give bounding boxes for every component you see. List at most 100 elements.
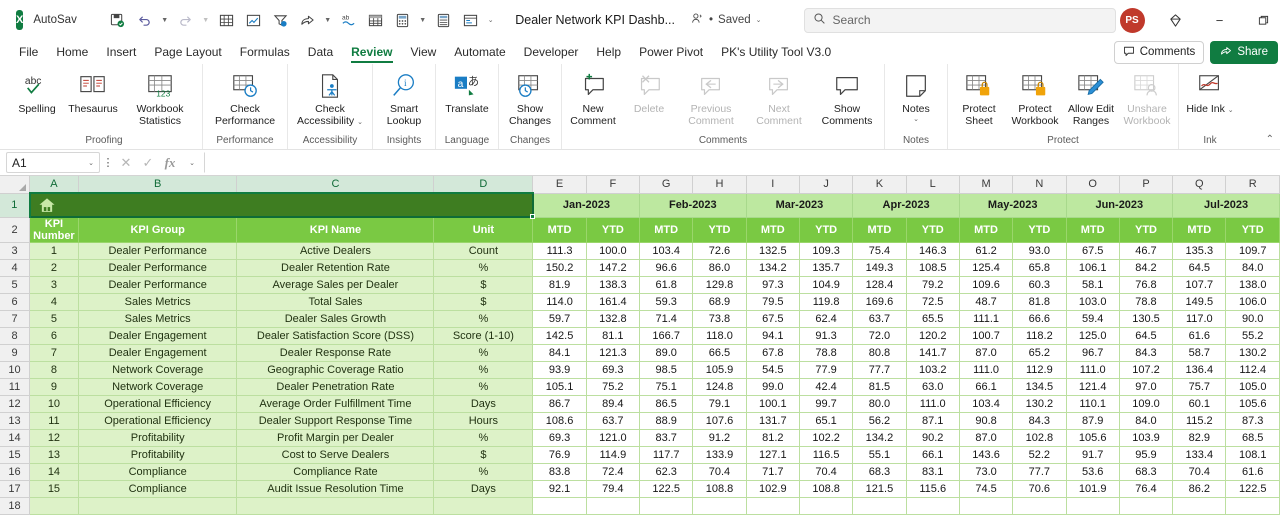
cell-empty[interactable] xyxy=(692,497,747,515)
header-kpi-number[interactable]: KPI Number xyxy=(29,217,79,243)
cell-jan-2023-ytd[interactable]: 72.4 xyxy=(586,463,641,481)
cell-jan-2023-mtd[interactable]: 142.5 xyxy=(532,327,587,345)
cell-apr-2023-mtd[interactable]: 56.2 xyxy=(852,412,907,430)
cell-kpi-group[interactable]: Operational Efficiency xyxy=(78,412,238,430)
cell-apr-2023-mtd[interactable]: 121.5 xyxy=(852,480,907,498)
cell-jan-2023-ytd[interactable]: 69.3 xyxy=(586,361,641,379)
column-header-D[interactable]: D xyxy=(433,176,534,194)
cell-mar-2023-mtd[interactable]: 79.5 xyxy=(746,293,800,311)
column-header-I[interactable]: I xyxy=(746,176,800,194)
cell-jul-2023-ytd[interactable]: 87.3 xyxy=(1225,412,1280,430)
cell-apr-2023-ytd[interactable]: 65.5 xyxy=(906,310,960,328)
month-header-may[interactable]: May-2023 xyxy=(959,193,1067,218)
cell-mar-2023-mtd[interactable]: 67.8 xyxy=(746,344,800,362)
cell-kpi-name[interactable]: Dealer Retention Rate xyxy=(236,259,435,277)
customize-qat-icon[interactable]: ⌄ xyxy=(484,7,497,33)
cell-mar-2023-mtd[interactable]: 67.5 xyxy=(746,310,800,328)
header-feb-ytd[interactable]: YTD xyxy=(692,217,747,243)
cell-jun-2023-ytd[interactable]: 84.2 xyxy=(1119,259,1174,277)
cell-empty[interactable] xyxy=(1119,497,1174,515)
cell-apr-2023-mtd[interactable]: 80.0 xyxy=(852,395,907,413)
share-dropdown-icon[interactable]: ▼ xyxy=(321,7,334,33)
tab-pk-utility-tool[interactable]: PK's Utility Tool V3.0 xyxy=(712,40,840,64)
cell-mar-2023-ytd[interactable]: 116.5 xyxy=(799,446,854,464)
tab-insert[interactable]: Insert xyxy=(97,40,145,64)
cell-feb-2023-ytd[interactable]: 68.9 xyxy=(692,293,747,311)
cell-may-2023-ytd[interactable]: 130.2 xyxy=(1012,395,1067,413)
header-may-mtd[interactable]: MTD xyxy=(959,217,1014,243)
header-jun-ytd[interactable]: YTD xyxy=(1119,217,1174,243)
header-apr-mtd[interactable]: MTD xyxy=(852,217,907,243)
cell-jan-2023-mtd[interactable]: 92.1 xyxy=(532,480,587,498)
cell-may-2023-mtd[interactable]: 90.8 xyxy=(959,412,1014,430)
cell-apr-2023-mtd[interactable]: 134.2 xyxy=(852,429,907,447)
cell-kpi-name[interactable]: Cost to Serve Dealers xyxy=(236,446,435,464)
cell-jun-2023-ytd[interactable]: 76.4 xyxy=(1119,480,1174,498)
cell-jun-2023-ytd[interactable]: 97.0 xyxy=(1119,378,1174,396)
cell-kpi-number[interactable]: 9 xyxy=(29,378,79,396)
cell-empty[interactable] xyxy=(1172,497,1227,515)
cell-apr-2023-ytd[interactable]: 90.2 xyxy=(906,429,960,447)
tab-formulas[interactable]: Formulas xyxy=(231,40,299,64)
redo-icon[interactable] xyxy=(172,7,198,33)
cell-may-2023-mtd[interactable]: 143.6 xyxy=(959,446,1014,464)
header-kpi-name[interactable]: KPI Name xyxy=(236,217,435,243)
column-header-L[interactable]: L xyxy=(906,176,960,194)
cell-feb-2023-mtd[interactable]: 122.5 xyxy=(639,480,694,498)
header-may-ytd[interactable]: YTD xyxy=(1012,217,1067,243)
cell-apr-2023-ytd[interactable]: 72.5 xyxy=(906,293,960,311)
cell-jun-2023-ytd[interactable]: 78.8 xyxy=(1119,293,1174,311)
cell-mar-2023-ytd[interactable]: 70.4 xyxy=(799,463,854,481)
cell-apr-2023-ytd[interactable]: 103.2 xyxy=(906,361,960,379)
cell-mar-2023-mtd[interactable]: 81.2 xyxy=(746,429,800,447)
cell-jan-2023-ytd[interactable]: 147.2 xyxy=(586,259,641,277)
cell-empty[interactable] xyxy=(236,497,435,515)
cell-jun-2023-ytd[interactable]: 95.9 xyxy=(1119,446,1174,464)
cell-empty[interactable] xyxy=(433,497,534,515)
cell-apr-2023-mtd[interactable]: 149.3 xyxy=(852,259,907,277)
select-all-corner[interactable] xyxy=(0,176,31,194)
cell-jan-2023-ytd[interactable]: 138.3 xyxy=(586,276,641,294)
tab-automate[interactable]: Automate xyxy=(445,40,514,64)
cell-kpi-number[interactable]: 13 xyxy=(29,446,79,464)
cell-jun-2023-ytd[interactable]: 84.0 xyxy=(1119,412,1174,430)
cell-jun-2023-mtd[interactable]: 125.0 xyxy=(1066,327,1120,345)
show-changes-button[interactable]: Show Changes xyxy=(502,68,558,127)
cell-jun-2023-mtd[interactable]: 87.9 xyxy=(1066,412,1120,430)
cell-apr-2023-ytd[interactable]: 120.2 xyxy=(906,327,960,345)
cell-jul-2023-ytd[interactable]: 55.2 xyxy=(1225,327,1280,345)
row-header-18[interactable]: 18 xyxy=(0,497,31,515)
cell-feb-2023-ytd[interactable]: 73.8 xyxy=(692,310,747,328)
cell-mar-2023-ytd[interactable]: 77.9 xyxy=(799,361,854,379)
cell-jul-2023-mtd[interactable]: 86.2 xyxy=(1172,480,1227,498)
cell-kpi-name[interactable]: Dealer Response Rate xyxy=(236,344,435,362)
cell-kpi-number[interactable]: 5 xyxy=(29,310,79,328)
column-header-N[interactable]: N xyxy=(1012,176,1067,194)
new-comment-button[interactable]: New Comment xyxy=(565,68,621,127)
saved-status[interactable]: • Saved ⌄ xyxy=(691,12,762,28)
cell-kpi-name[interactable]: Compliance Rate xyxy=(236,463,435,481)
cell-jul-2023-mtd[interactable]: 75.7 xyxy=(1172,378,1227,396)
cell-mar-2023-ytd[interactable]: 108.8 xyxy=(799,480,854,498)
cell-kpi-name[interactable]: Total Sales xyxy=(236,293,435,311)
cell-empty[interactable] xyxy=(1012,497,1067,515)
cell-apr-2023-ytd[interactable]: 111.0 xyxy=(906,395,960,413)
cell-jun-2023-mtd[interactable]: 101.9 xyxy=(1066,480,1120,498)
notes-button[interactable]: Notes ⌄ xyxy=(888,68,944,123)
header-jan-mtd[interactable]: MTD xyxy=(532,217,587,243)
cell-mar-2023-ytd[interactable]: 65.1 xyxy=(799,412,854,430)
cell-kpi-group[interactable]: Compliance xyxy=(78,480,238,498)
cell-may-2023-ytd[interactable]: 134.5 xyxy=(1012,378,1067,396)
cell-mar-2023-ytd[interactable]: 78.8 xyxy=(799,344,854,362)
cell-jul-2023-mtd[interactable]: 60.1 xyxy=(1172,395,1227,413)
cell-apr-2023-ytd[interactable]: 66.1 xyxy=(906,446,960,464)
cell-kpi-group[interactable]: Dealer Performance xyxy=(78,259,238,277)
cell-jan-2023-mtd[interactable]: 86.7 xyxy=(532,395,587,413)
chevron-down-icon[interactable]: ⌄ xyxy=(357,119,363,126)
row-header-8[interactable]: 8 xyxy=(0,327,31,345)
saved-dropdown-icon[interactable]: ⌄ xyxy=(756,16,762,24)
cell-feb-2023-ytd[interactable]: 129.8 xyxy=(692,276,747,294)
cell-empty[interactable] xyxy=(78,497,238,515)
header-mar-mtd[interactable]: MTD xyxy=(746,217,800,243)
cell-jan-2023-mtd[interactable]: 114.0 xyxy=(532,293,587,311)
